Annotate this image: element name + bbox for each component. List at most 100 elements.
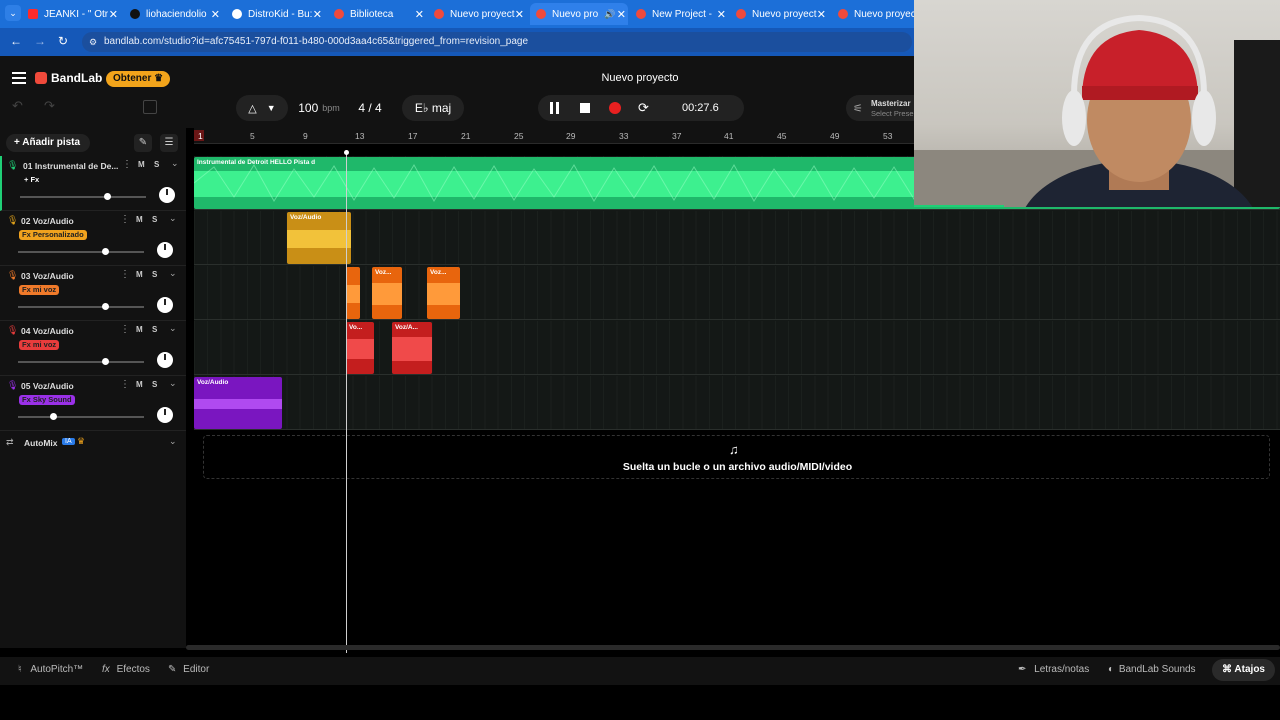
loop-icon[interactable]: ⟳ — [638, 100, 649, 116]
audio-clip[interactable]: Voz/Audio — [287, 212, 351, 264]
track-fx-button[interactable]: Fx mi voz — [19, 340, 60, 350]
pan-knob[interactable] — [157, 297, 173, 313]
chevron-down-icon[interactable]: ⌄ — [169, 378, 177, 389]
track-header-02[interactable]: 🎙 02 Voz/Audio Fx Personalizado ⋮ M S ⌄ — [0, 211, 186, 266]
solo-button[interactable]: S — [152, 270, 157, 279]
track-name[interactable]: 04 Voz/Audio — [21, 326, 117, 336]
close-tab-icon[interactable]: ✕ — [415, 8, 424, 21]
volume-slider[interactable] — [18, 303, 144, 310]
track-header-03[interactable]: 🎙 03 Voz/Audio Fx mi voz ⋮ M S ⌄ — [0, 266, 186, 321]
more-icon[interactable]: ⋮ — [122, 159, 132, 170]
solo-button[interactable]: S — [154, 160, 159, 169]
audio-clip[interactable]: Voz... — [427, 267, 460, 319]
lane-05[interactable]: Voz/Audio — [194, 376, 1280, 430]
volume-slider[interactable] — [18, 248, 144, 255]
horizontal-scrollbar[interactable] — [186, 645, 1280, 650]
volume-knob[interactable] — [102, 303, 109, 310]
mastering-button[interactable]: ⚟ Masterizar Select Prese — [846, 95, 916, 121]
back-icon[interactable]: ← — [10, 34, 22, 48]
audio-clip[interactable]: Vo... — [346, 322, 374, 374]
close-tab-icon[interactable]: ✕ — [717, 8, 726, 21]
lane-02[interactable]: Voz/Audio — [194, 211, 1280, 265]
pause-button[interactable] — [550, 102, 559, 114]
browser-tab-7[interactable]: New Project - ✕ — [636, 3, 728, 25]
url-field[interactable]: ⚙ bandlab.com/studio?id=afc75451-797d-f0… — [82, 32, 912, 52]
keyboard-icon[interactable] — [143, 100, 157, 114]
autopitch-button[interactable]: ♮ AutoPitch™ — [18, 664, 83, 675]
solo-button[interactable]: S — [152, 380, 157, 389]
track-settings-icon[interactable]: ☰ — [160, 134, 178, 152]
menu-icon[interactable] — [12, 72, 26, 84]
browser-tab-2[interactable]: liohaciendolio ✕ — [130, 3, 222, 25]
mute-button[interactable]: M — [136, 325, 143, 334]
metronome-dropdown[interactable]: △ ▼ — [236, 95, 288, 121]
more-icon[interactable]: ⋮ — [120, 214, 130, 225]
solo-button[interactable]: S — [152, 325, 157, 334]
track-fx-button[interactable]: Fx mi voz — [19, 285, 60, 295]
pan-knob[interactable] — [159, 187, 175, 203]
bandlab-logo[interactable]: BandLab — [35, 71, 102, 85]
track-header-04[interactable]: 🎙 04 Voz/Audio Fx mi voz ⋮ M S ⌄ — [0, 321, 186, 376]
track-fx-button[interactable]: + Fx — [21, 175, 42, 185]
pan-knob[interactable] — [157, 407, 173, 423]
drop-zone[interactable]: ♫ Suelta un bucle o un archivo audio/MID… — [203, 435, 1270, 479]
redo-icon[interactable]: ↷ — [44, 98, 55, 114]
browser-tab-4[interactable]: Biblioteca ✕ — [334, 3, 426, 25]
more-icon[interactable]: ⋮ — [120, 269, 130, 280]
browser-tab-9[interactable]: Nuevo proyect — [838, 3, 914, 25]
volume-knob[interactable] — [104, 193, 111, 200]
close-tab-icon[interactable]: ✕ — [109, 8, 118, 21]
reload-icon[interactable]: ↻ — [58, 34, 68, 48]
chevron-down-icon[interactable]: ⌄ — [171, 158, 179, 169]
lane-03[interactable]: Voz... Voz... — [194, 266, 1280, 320]
more-icon[interactable]: ⋮ — [120, 324, 130, 335]
close-tab-icon[interactable]: ✕ — [617, 8, 626, 21]
pan-knob[interactable] — [157, 242, 173, 258]
audio-clip[interactable] — [346, 267, 360, 319]
playhead[interactable] — [344, 150, 349, 653]
site-info-icon[interactable]: ⚙ — [89, 32, 97, 52]
mute-button[interactable]: M — [138, 160, 145, 169]
track-name[interactable]: 03 Voz/Audio — [21, 271, 117, 281]
time-signature-field[interactable]: 4 / 4 — [350, 95, 390, 121]
mute-button[interactable]: M — [136, 380, 143, 389]
track-header-01[interactable]: 🎙 01 Instrumental de De... + Fx ⋮ M S ⌄ — [0, 156, 186, 211]
add-track-button[interactable]: + Añadir pista — [6, 134, 90, 152]
chevron-down-icon[interactable]: ⌄ — [169, 436, 177, 447]
track-fx-button[interactable]: Fx Personalizado — [19, 230, 87, 240]
volume-slider[interactable] — [18, 413, 144, 420]
tab-search-button[interactable]: ⌄ — [5, 5, 21, 21]
track-header-05[interactable]: 🎙 05 Voz/Audio Fx Sky Sound ⋮ M S ⌄ — [0, 376, 186, 431]
record-button[interactable] — [609, 102, 621, 114]
mute-button[interactable]: M — [136, 215, 143, 224]
audio-clip[interactable]: Voz/A... — [392, 322, 432, 374]
audio-clip[interactable]: Voz... — [372, 267, 402, 319]
pan-knob[interactable] — [157, 352, 173, 368]
editor-button[interactable]: ✎ Editor — [168, 664, 209, 675]
browser-tab-3[interactable]: DistroKid - Bu: ✕ — [232, 3, 324, 25]
close-tab-icon[interactable]: ✕ — [313, 8, 322, 21]
obtener-button[interactable]: Obtener ♛ — [106, 71, 171, 87]
more-icon[interactable]: ⋮ — [120, 379, 130, 390]
automix-row[interactable]: ⇄ AutoMix IA ♛ ⌄ — [0, 434, 186, 454]
track-name[interactable]: 02 Voz/Audio — [21, 216, 117, 226]
key-field[interactable]: E♭ maj — [402, 95, 464, 121]
volume-knob[interactable] — [102, 248, 109, 255]
atajos-button[interactable]: ⌘ Atajos — [1212, 659, 1275, 681]
volume-knob[interactable] — [102, 358, 109, 365]
audio-clip[interactable]: Voz/Audio — [194, 377, 282, 429]
track-name[interactable]: 01 Instrumental de De... — [23, 161, 119, 171]
forward-icon[interactable]: → — [34, 34, 46, 48]
lyrics-notes-button[interactable]: ✒ Letras/notas — [1018, 664, 1089, 675]
stop-button[interactable] — [580, 103, 590, 113]
close-tab-icon[interactable]: ✕ — [817, 8, 826, 21]
chevron-down-icon[interactable]: ⌄ — [169, 323, 177, 334]
playhead-handle[interactable] — [344, 150, 349, 155]
browser-tab-6-active[interactable]: Nuevo pro 🔊 ✕ — [530, 3, 628, 25]
undo-icon[interactable]: ↶ — [12, 98, 23, 114]
mute-button[interactable]: M — [136, 270, 143, 279]
chevron-down-icon[interactable]: ⌄ — [169, 213, 177, 224]
volume-slider[interactable] — [18, 358, 144, 365]
close-tab-icon[interactable]: ✕ — [515, 8, 524, 21]
efectos-button[interactable]: fx Efectos — [102, 664, 150, 675]
